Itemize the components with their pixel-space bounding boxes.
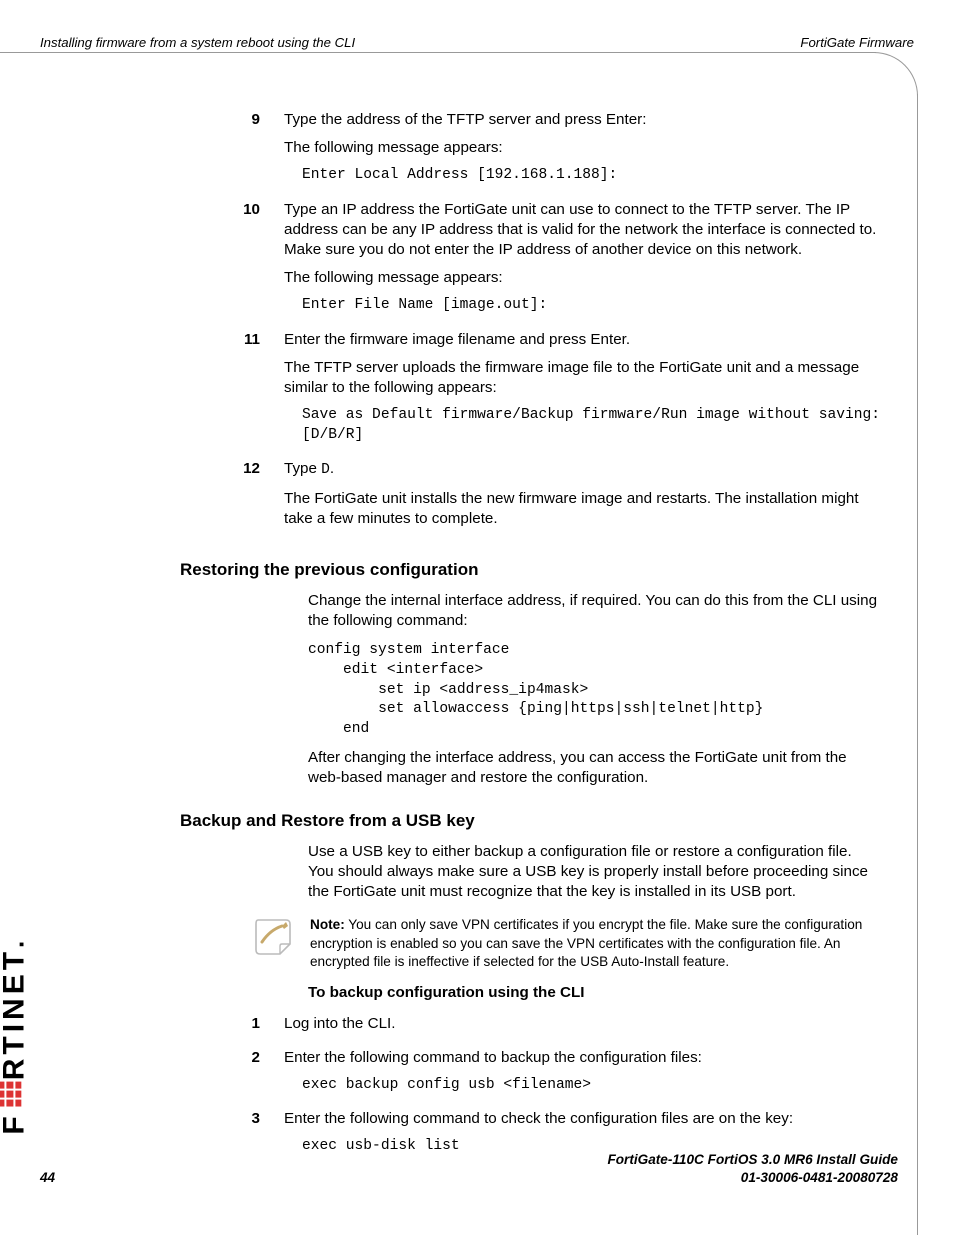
code-block: config system interface edit <interface>… xyxy=(308,641,880,739)
note-text: Note: You can only save VPN certificates… xyxy=(310,916,880,971)
step-text: The following message appears: xyxy=(284,138,880,158)
body-text: Use a USB key to either backup a configu… xyxy=(308,842,880,902)
step-text: Enter the following command to check the… xyxy=(284,1109,880,1129)
step-number: 2 xyxy=(180,1048,284,1104)
step-12: 12 Type D. The FortiGate unit installs t… xyxy=(180,459,880,536)
step-number: 10 xyxy=(180,200,284,324)
code-block: Save as Default firmware/Backup firmware… xyxy=(302,406,880,445)
step-text: Enter the following command to backup th… xyxy=(284,1048,880,1068)
code-block: Enter File Name [image.out]: xyxy=(302,296,880,316)
body-text: After changing the interface address, yo… xyxy=(308,748,880,788)
header-right: FortiGate Firmware xyxy=(800,34,914,51)
step-number: 1 xyxy=(180,1014,284,1042)
section-heading-restore: Restoring the previous configuration xyxy=(180,559,880,581)
numbered-step: 11Enter the firmware image filename and … xyxy=(180,330,880,454)
page-content: 9Type the address of the TFTP server and… xyxy=(180,110,880,1171)
code-block: exec backup config usb <filename> xyxy=(302,1076,880,1096)
step-text: The FortiGate unit installs the new firm… xyxy=(284,489,880,529)
page-number: 44 xyxy=(40,1169,55,1187)
page-footer: 44 FortiGate-110C FortiOS 3.0 MR6 Instal… xyxy=(40,1151,898,1187)
step-text: Type the address of the TFTP server and … xyxy=(284,110,880,130)
code-block: Enter Local Address [192.168.1.188]: xyxy=(302,166,880,186)
step-text: Type an IP address the FortiGate unit ca… xyxy=(284,200,880,260)
footer-title: FortiGate-110C FortiOS 3.0 MR6 Install G… xyxy=(607,1151,898,1169)
numbered-step: 2Enter the following command to backup t… xyxy=(180,1048,880,1104)
step-number: 12 xyxy=(180,459,284,536)
body-text: Change the internal interface address, i… xyxy=(308,591,880,631)
note-icon xyxy=(252,916,298,964)
numbered-step: 10Type an IP address the FortiGate unit … xyxy=(180,200,880,324)
step-number: 11 xyxy=(180,330,284,454)
top-rule xyxy=(0,52,876,53)
header-left: Installing firmware from a system reboot… xyxy=(40,34,355,51)
corner-arc xyxy=(873,52,918,97)
footer-docid: 01-30006-0481-20080728 xyxy=(607,1169,898,1187)
numbered-step: 1Log into the CLI. xyxy=(180,1014,880,1042)
step-text: The TFTP server uploads the firmware ima… xyxy=(284,358,880,398)
step-number: 9 xyxy=(180,110,284,194)
step-text: The following message appears: xyxy=(284,268,880,288)
note-block: Note: You can only save VPN certificates… xyxy=(180,916,880,971)
right-rule xyxy=(917,94,918,1235)
fortinet-logo: FRTINET. xyxy=(0,941,34,1135)
inline-code: D xyxy=(321,462,330,478)
section-heading-usb: Backup and Restore from a USB key xyxy=(180,810,880,832)
step-text: Enter the firmware image filename and pr… xyxy=(284,330,880,350)
procedure-heading: To backup configuration using the CLI xyxy=(308,983,880,1003)
step-text: Log into the CLI. xyxy=(284,1014,880,1034)
numbered-step: 9Type the address of the TFTP server and… xyxy=(180,110,880,194)
step-text: Type D. xyxy=(284,459,880,480)
